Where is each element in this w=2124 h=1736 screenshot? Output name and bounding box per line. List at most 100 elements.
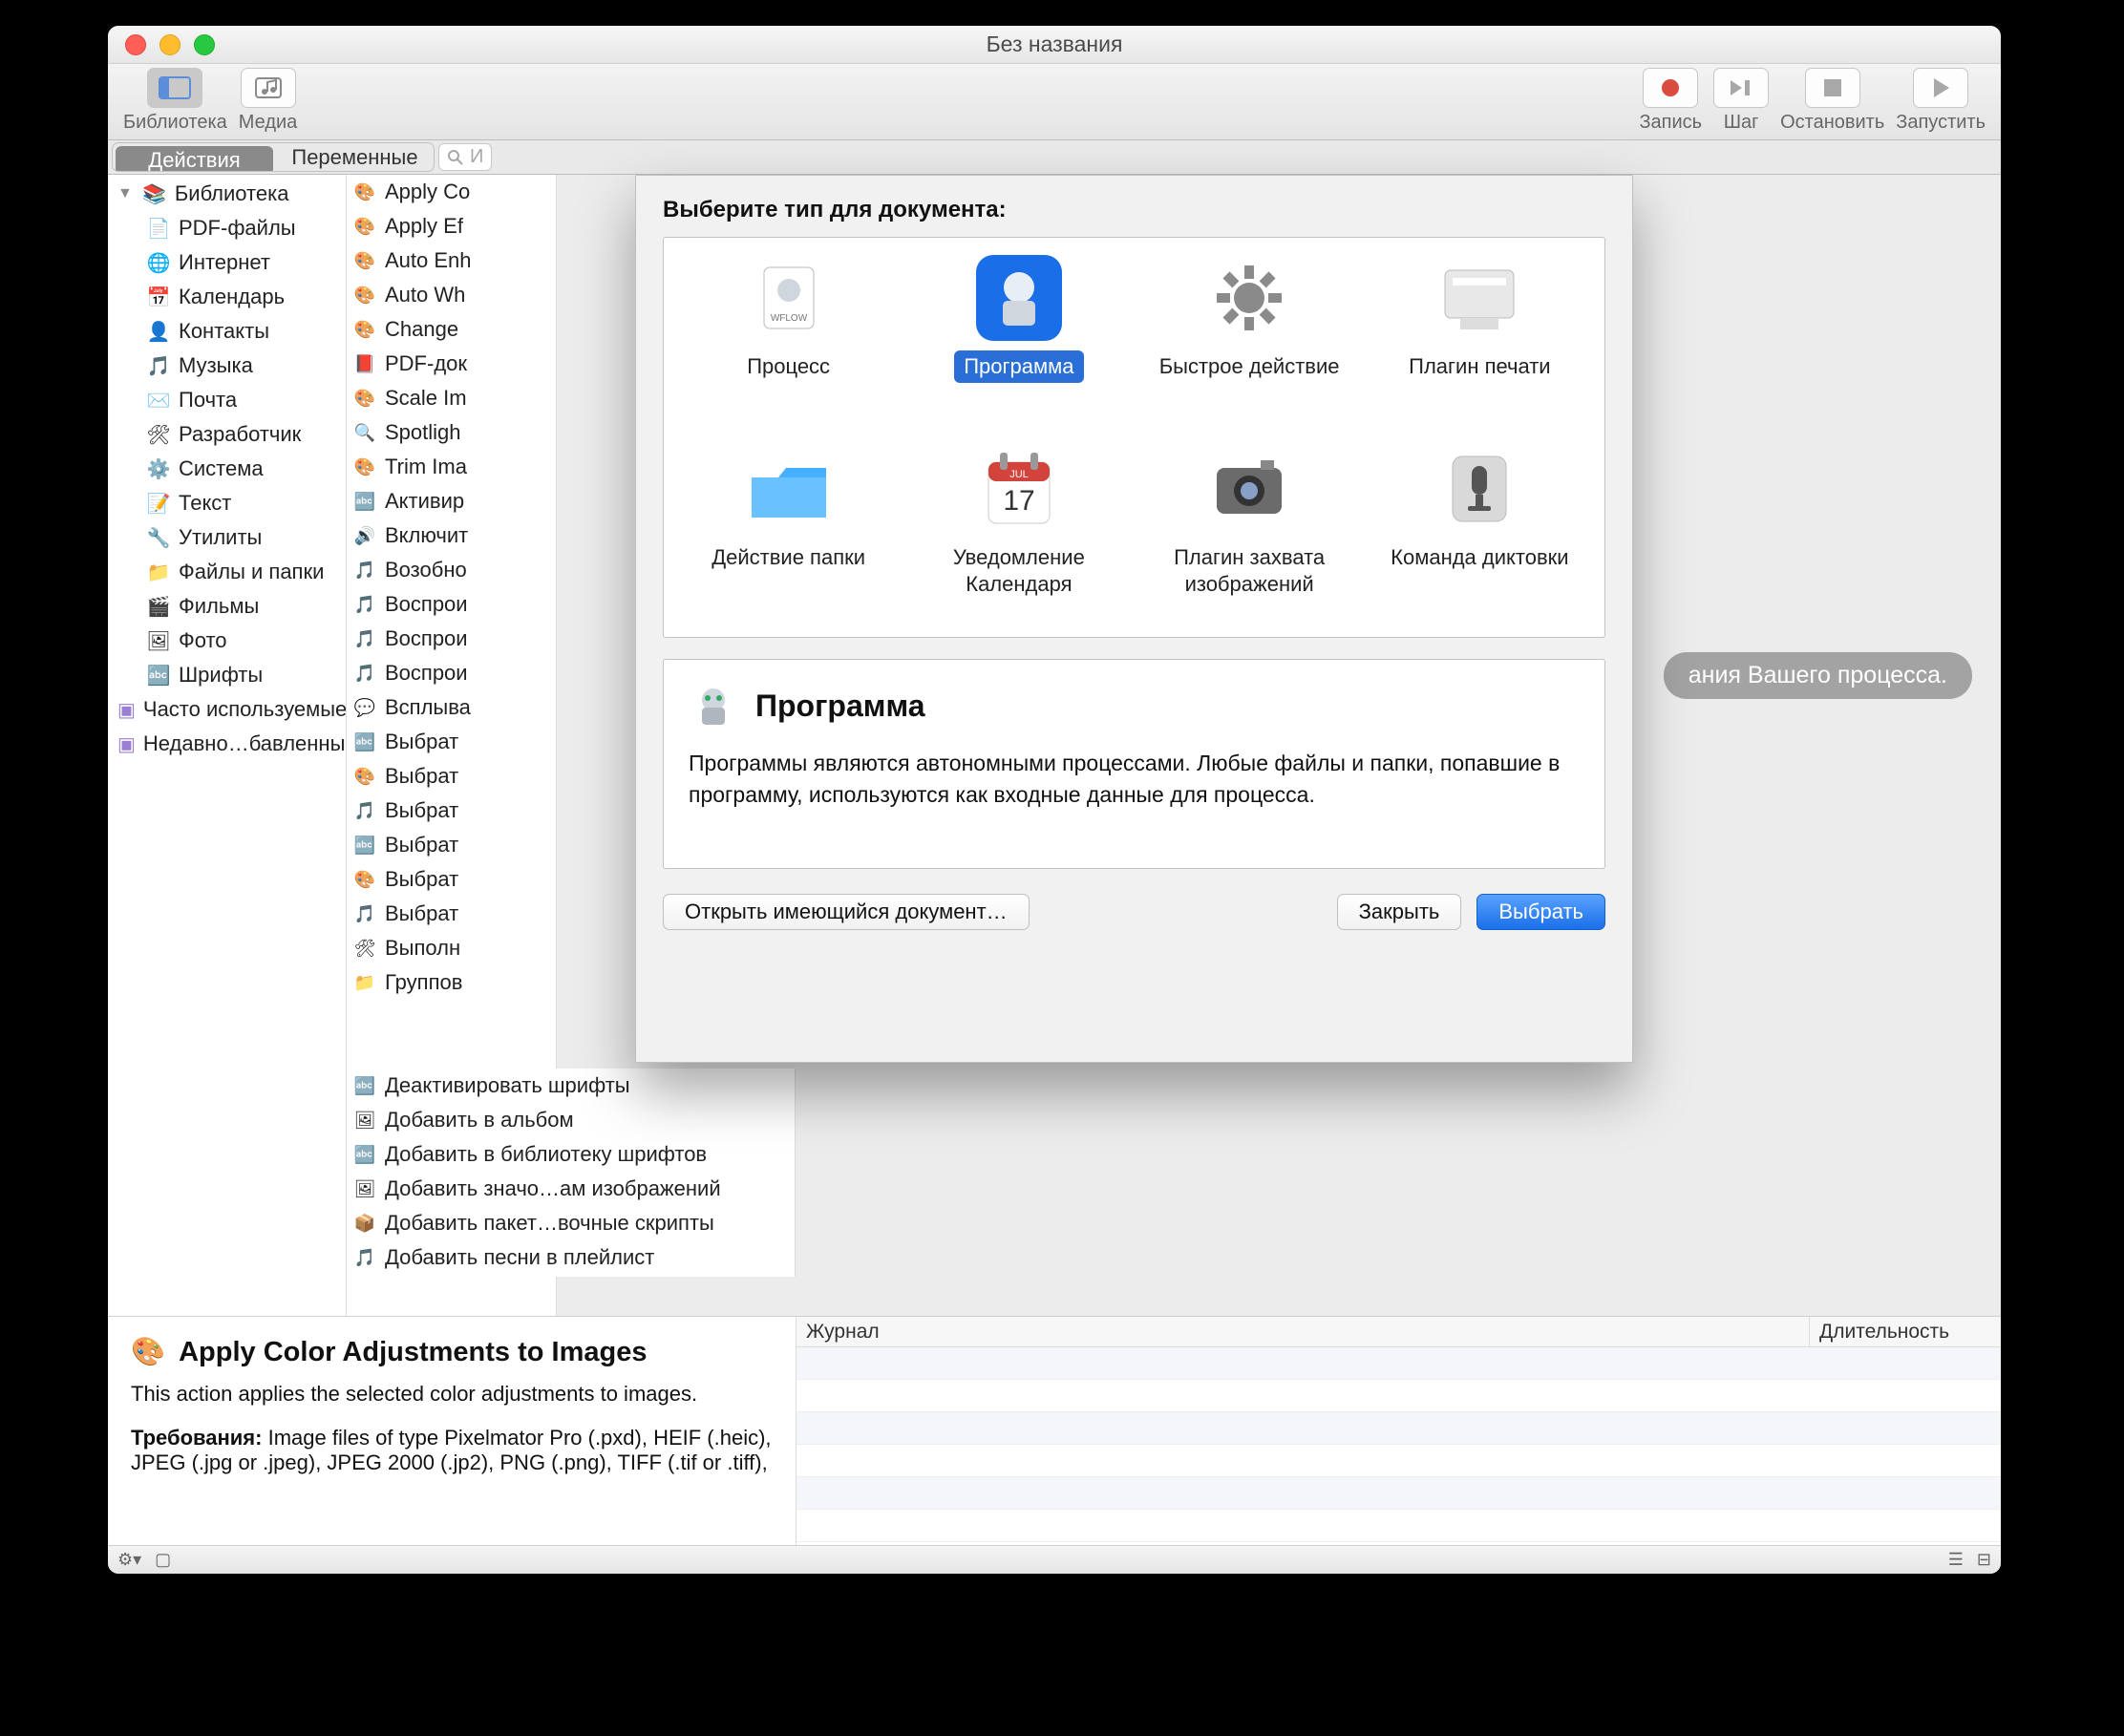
- toggle-info-icon[interactable]: ▢: [155, 1550, 171, 1570]
- action-list-item[interactable]: 🔤Выбрат: [347, 828, 556, 862]
- action-list-item[interactable]: 🎵Добавить песни в плейлист: [347, 1240, 795, 1275]
- template-tile[interactable]: WFLOWПроцесс: [673, 251, 903, 433]
- favorites-item[interactable]: ▣ Часто используемые: [108, 692, 346, 727]
- library-toolbar-button[interactable]: Библиотека: [123, 68, 227, 134]
- action-list-item[interactable]: 🔤Деактивировать шрифты: [347, 1069, 795, 1103]
- sidebar-category[interactable]: 👤Контакты: [108, 314, 346, 349]
- action-list-item[interactable]: 🎨Apply Ef: [347, 209, 556, 243]
- media-toolbar-button[interactable]: Медиа: [239, 68, 298, 134]
- action-list-item[interactable]: 🔤Выбрат: [347, 725, 556, 759]
- choose-button[interactable]: Выбрать: [1476, 894, 1605, 930]
- action-list-item[interactable]: 🎵Воспрои: [347, 622, 556, 656]
- action-label: Добавить в библиотеку шрифтов: [385, 1142, 707, 1167]
- log-row: [796, 1347, 2001, 1380]
- sidebar-category[interactable]: 📄PDF-файлы: [108, 211, 346, 245]
- log-col-duration[interactable]: Длительность: [1810, 1317, 2001, 1346]
- category-icon: 🔤: [146, 663, 171, 688]
- category-icon: 🌐: [146, 250, 171, 275]
- action-list-item[interactable]: 🎨Выбрат: [347, 862, 556, 897]
- library-mode-segmented[interactable]: Действия Переменные: [112, 142, 435, 172]
- category-icon: 📝: [146, 491, 171, 516]
- library-root[interactable]: ▼ 📚 Библиотека: [108, 177, 346, 211]
- sidebar-item-label: Календарь: [179, 285, 285, 309]
- template-tile[interactable]: Программа: [903, 251, 1134, 433]
- action-list-item[interactable]: 📦Добавить пакет…вочные скрипты: [347, 1206, 795, 1240]
- action-list-item[interactable]: 🔊Включит: [347, 519, 556, 553]
- action-list-item[interactable]: 🎨Auto Enh: [347, 243, 556, 278]
- sidebar-category[interactable]: 🌐Интернет: [108, 245, 346, 280]
- record-toolbar-button[interactable]: Запись: [1639, 68, 1702, 134]
- disclosure-triangle-icon[interactable]: ▼: [117, 185, 133, 202]
- action-list-item[interactable]: 🖼Добавить значо…ам изображений: [347, 1172, 795, 1206]
- svg-text:17: 17: [1003, 485, 1034, 517]
- run-toolbar-button[interactable]: Запустить: [1896, 68, 1986, 134]
- action-list-item[interactable]: 🎵Воспрои: [347, 656, 556, 690]
- template-tile[interactable]: Быстрое действие: [1135, 251, 1365, 433]
- search-input[interactable]: И: [438, 143, 492, 171]
- variables-segment[interactable]: Переменные: [276, 143, 434, 171]
- template-tile[interactable]: 17JULУведомление Календаря: [903, 442, 1134, 624]
- sidebar-category[interactable]: 📅Календарь: [108, 280, 346, 314]
- action-list-item[interactable]: 📕PDF-док: [347, 347, 556, 381]
- sidebar-category[interactable]: 🛠Разработчик: [108, 417, 346, 452]
- action-list-item[interactable]: 💬Всплыва: [347, 690, 556, 725]
- sidebar-category[interactable]: 📝Текст: [108, 486, 346, 520]
- action-list-item[interactable]: 🔤Добавить в библиотеку шрифтов: [347, 1137, 795, 1172]
- recent-item[interactable]: ▣ Недавно…бавленные: [108, 727, 346, 761]
- sidebar-category[interactable]: 🔤Шрифты: [108, 658, 346, 692]
- action-list-item[interactable]: 🎵Воспрои: [347, 587, 556, 622]
- action-icon: 🎨: [352, 386, 377, 411]
- action-label: Выбрат: [385, 901, 458, 926]
- sidebar-category[interactable]: 🎬Фильмы: [108, 589, 346, 624]
- category-icon: 📁: [146, 560, 171, 584]
- action-label: Выбрат: [385, 867, 458, 892]
- template-tile[interactable]: Плагин печати: [1365, 251, 1595, 433]
- sidebar-category[interactable]: 🖼Фото: [108, 624, 346, 658]
- log-row: [796, 1445, 2001, 1477]
- action-list-item[interactable]: 🎵Возобно: [347, 553, 556, 587]
- action-list-item[interactable]: 🔤Активир: [347, 484, 556, 519]
- action-label: Trim Ima: [385, 455, 467, 479]
- action-icon: 🎨: [352, 283, 377, 307]
- log-col-journal[interactable]: Журнал: [796, 1317, 1810, 1346]
- action-list-item[interactable]: 🎨Trim Ima: [347, 450, 556, 484]
- action-list-continued[interactable]: 🔤Деактивировать шрифты🖼Добавить в альбом…: [347, 1069, 796, 1277]
- view-mode-2-icon[interactable]: ⊟: [1977, 1550, 1991, 1570]
- action-icon: 🎵: [352, 661, 377, 686]
- action-list-item[interactable]: 🎨Change: [347, 312, 556, 347]
- action-list-item[interactable]: 🎨Scale Im: [347, 381, 556, 415]
- view-mode-1-icon[interactable]: ☰: [1948, 1550, 1964, 1570]
- sidebar-category[interactable]: 📁 Файлы и папки: [108, 555, 346, 589]
- sidebar-category[interactable]: 🎵Музыка: [108, 349, 346, 383]
- action-list-item[interactable]: 🎨Auto Wh: [347, 278, 556, 312]
- gear-menu-icon[interactable]: ⚙︎▾: [117, 1550, 141, 1570]
- action-list-item[interactable]: 🎵Выбрат: [347, 897, 556, 931]
- stop-toolbar-button[interactable]: Остановить: [1780, 68, 1884, 134]
- open-existing-button[interactable]: Открыть имеющийся документ…: [663, 894, 1030, 930]
- template-tile-label: Плагин захвата изображений: [1135, 541, 1365, 600]
- action-list-item[interactable]: 🎨Выбрат: [347, 759, 556, 794]
- template-tile[interactable]: Действие папки: [673, 442, 903, 624]
- action-label: Группов: [385, 970, 462, 995]
- action-info: 🎨 Apply Color Adjustments to Images This…: [108, 1317, 796, 1545]
- action-list-item[interactable]: 🔍Spotligh: [347, 415, 556, 450]
- cancel-button[interactable]: Закрыть: [1337, 894, 1462, 930]
- sidebar-item-label: Разработчик: [179, 422, 301, 447]
- sidebar-category[interactable]: 🔧Утилиты: [108, 520, 346, 555]
- template-tile[interactable]: Команда диктовки: [1365, 442, 1595, 624]
- actions-segment[interactable]: Действия: [116, 146, 273, 172]
- action-list-item[interactable]: 📁Группов: [347, 965, 556, 1000]
- sidebar-category[interactable]: ⚙️Система: [108, 452, 346, 486]
- automator-window: Без названия Библиотека Медиа Запись Шаг…: [108, 26, 2001, 1574]
- action-list-item[interactable]: 🛠Выполн: [347, 931, 556, 965]
- sidebar-category[interactable]: ✉️Почта: [108, 383, 346, 417]
- action-icon: 🔤: [352, 1073, 377, 1098]
- action-list-item[interactable]: 🖼Добавить в альбом: [347, 1103, 795, 1137]
- action-list-item[interactable]: 🎵Выбрат: [347, 794, 556, 828]
- recent-icon: ▣: [117, 731, 136, 756]
- step-toolbar-button[interactable]: Шаг: [1713, 68, 1769, 134]
- sidebar-item-label: Файлы и папки: [179, 560, 324, 584]
- search-icon: [447, 149, 464, 166]
- template-tile[interactable]: Плагин захвата изображений: [1135, 442, 1365, 624]
- action-list-item[interactable]: 🎨Apply Co: [347, 175, 556, 209]
